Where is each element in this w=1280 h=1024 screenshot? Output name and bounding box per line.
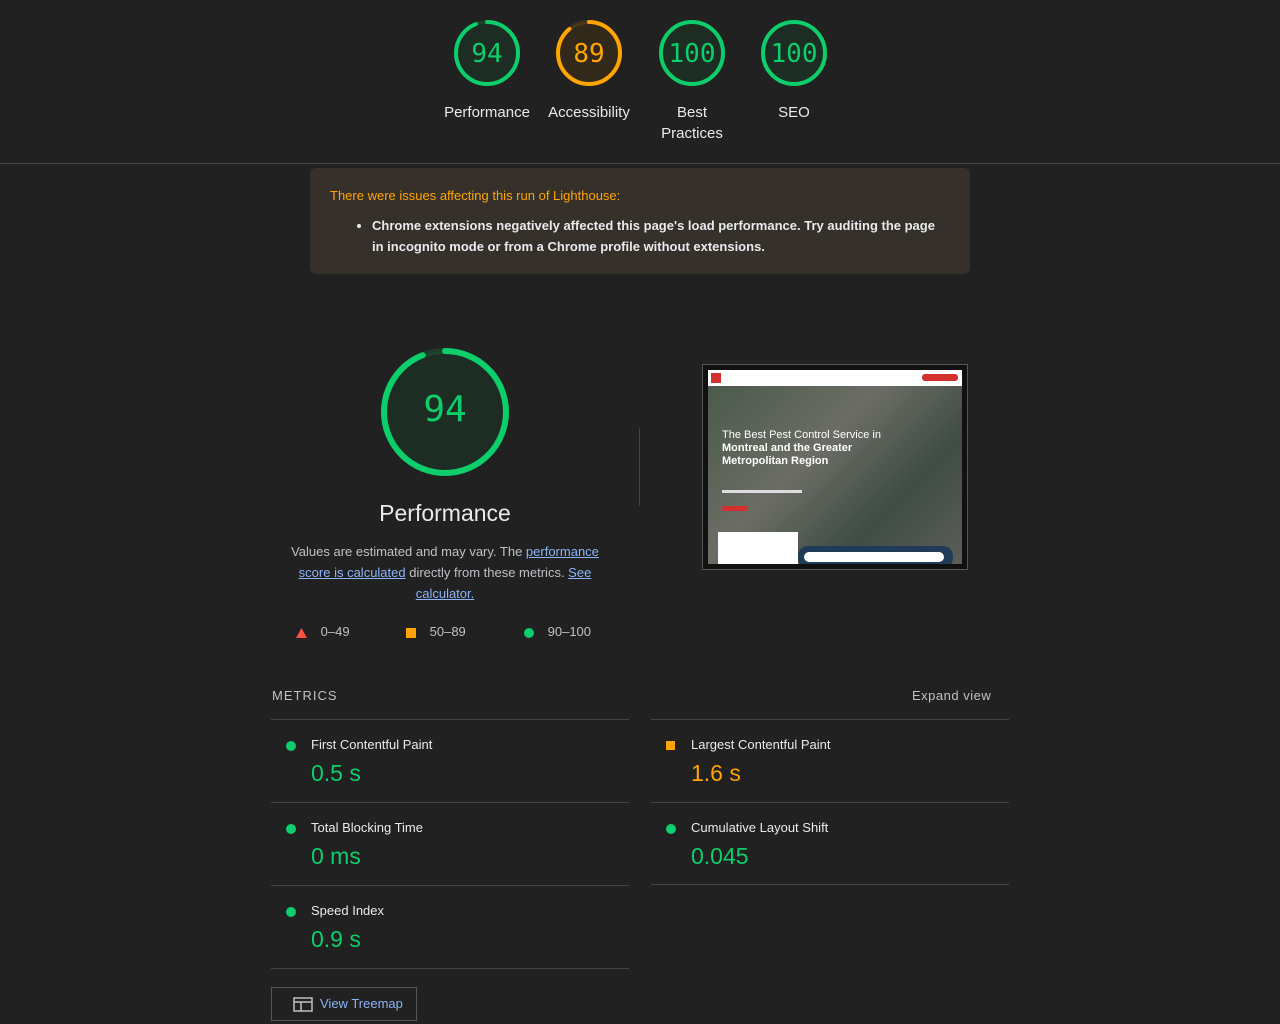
- description-middle: directly from these metrics.: [405, 565, 569, 580]
- screenshot-nav-button: [922, 374, 958, 381]
- best-practices-gauge[interactable]: 100 Best Practices: [637, 18, 747, 144]
- screenshot-privacy-card: [718, 532, 798, 564]
- accessibility-label: Accessibility: [548, 104, 630, 121]
- screenshot-hero: The Best Pest Control Service in Montrea…: [708, 386, 962, 564]
- screenshot-navbar: [708, 370, 962, 386]
- final-screenshot[interactable]: The Best Pest Control Service in Montrea…: [702, 364, 968, 570]
- treemap-icon: [293, 997, 313, 1012]
- pass-icon: [286, 824, 296, 834]
- metric-largest-contentful-paint: Largest Contentful Paint 1.6 s: [651, 719, 1009, 802]
- metric-label: First Contentful Paint: [311, 737, 433, 752]
- metric-value: 0.9 s: [311, 926, 361, 952]
- screenshot-headline-3: Metropolitan Region: [722, 455, 829, 467]
- view-treemap-label: View Treemap: [320, 996, 403, 1011]
- square-icon: [406, 627, 416, 638]
- best-practices-label: Best Practices: [637, 102, 747, 144]
- metric-cumulative-layout-shift: Cumulative Layout Shift 0.045: [651, 802, 1009, 885]
- performance-gauge[interactable]: 94 Performance: [432, 18, 542, 123]
- seo-label: SEO: [778, 104, 810, 121]
- metric-speed-index: Speed Index 0.9 s: [271, 885, 629, 968]
- best-practices-score: 100: [668, 39, 716, 69]
- seo-gauge[interactable]: 100 SEO: [739, 18, 849, 123]
- category-scores: 94 Performance 89 Accessibility 100 Best…: [0, 0, 1280, 164]
- legend-average: 50–89: [406, 624, 466, 639]
- legend-pass: 90–100: [524, 624, 591, 639]
- legend-average-label: 50–89: [429, 624, 466, 639]
- screenshot-headline-2: Montreal and the Greater: [722, 442, 853, 454]
- average-icon: [666, 741, 675, 750]
- warning-title: There were issues affecting this run of …: [330, 188, 621, 203]
- metric-value: 0.045: [691, 843, 749, 869]
- pass-icon: [286, 741, 296, 751]
- metric-label: Speed Index: [311, 903, 385, 918]
- description-prefix: Values are estimated and may vary. The: [291, 544, 526, 559]
- performance-score: 94: [471, 39, 503, 69]
- metric-total-blocking-time: Total Blocking Time 0 ms: [271, 802, 629, 885]
- metric-value: 0 ms: [311, 843, 361, 869]
- best-practices-label-line2: Practices: [661, 125, 723, 142]
- screenshot-image: The Best Pest Control Service in Montrea…: [708, 370, 962, 564]
- legend-fail: 0–49: [296, 624, 350, 639]
- pass-icon: [286, 907, 296, 917]
- triangle-icon: [296, 627, 307, 638]
- warning-list: Chrome extensions negatively affected th…: [330, 215, 950, 257]
- screenshot-cta: [722, 506, 748, 511]
- accessibility-score: 89: [573, 39, 605, 69]
- metric-value: 1.6 s: [691, 760, 741, 786]
- metric-value: 0.5 s: [311, 760, 361, 786]
- screenshot-subtext: [722, 490, 802, 493]
- lighthouse-warning: There were issues affecting this run of …: [310, 168, 970, 274]
- performance-label: Performance: [444, 104, 530, 121]
- legend-pass-label: 90–100: [547, 624, 592, 639]
- metric-first-contentful-paint: First Contentful Paint 0.5 s: [271, 719, 629, 802]
- metric-label: Cumulative Layout Shift: [691, 820, 829, 835]
- metric-label: Total Blocking Time: [311, 820, 423, 835]
- performance-title: Performance: [379, 500, 511, 526]
- metric-label: Largest Contentful Paint: [691, 737, 831, 752]
- accessibility-gauge[interactable]: 89 Accessibility: [534, 18, 644, 123]
- screenshot-logo: [711, 373, 721, 383]
- best-practices-label-line1: Best: [676, 104, 707, 121]
- pass-icon: [666, 824, 676, 834]
- metrics-divider: [271, 968, 629, 969]
- metrics-divider: [651, 884, 1009, 885]
- screenshot-headline-1: The Best Pest Control Service in: [722, 429, 881, 441]
- legend-fail-label: 0–49: [320, 624, 350, 639]
- seo-score: 100: [770, 39, 818, 69]
- vertical-divider: [639, 428, 640, 506]
- performance-description: Values are estimated and may vary. The p…: [280, 541, 610, 604]
- performance-main-score: 94: [423, 389, 467, 430]
- screenshot-banner: [798, 546, 953, 564]
- expand-view-toggle[interactable]: Expand view: [912, 688, 991, 703]
- warning-item: Chrome extensions negatively affected th…: [372, 215, 950, 257]
- circle-icon: [524, 627, 534, 638]
- metrics-header: METRICS: [272, 688, 338, 703]
- view-treemap-button[interactable]: View Treemap: [271, 987, 417, 1021]
- performance-main-gauge: 94: [378, 345, 512, 479]
